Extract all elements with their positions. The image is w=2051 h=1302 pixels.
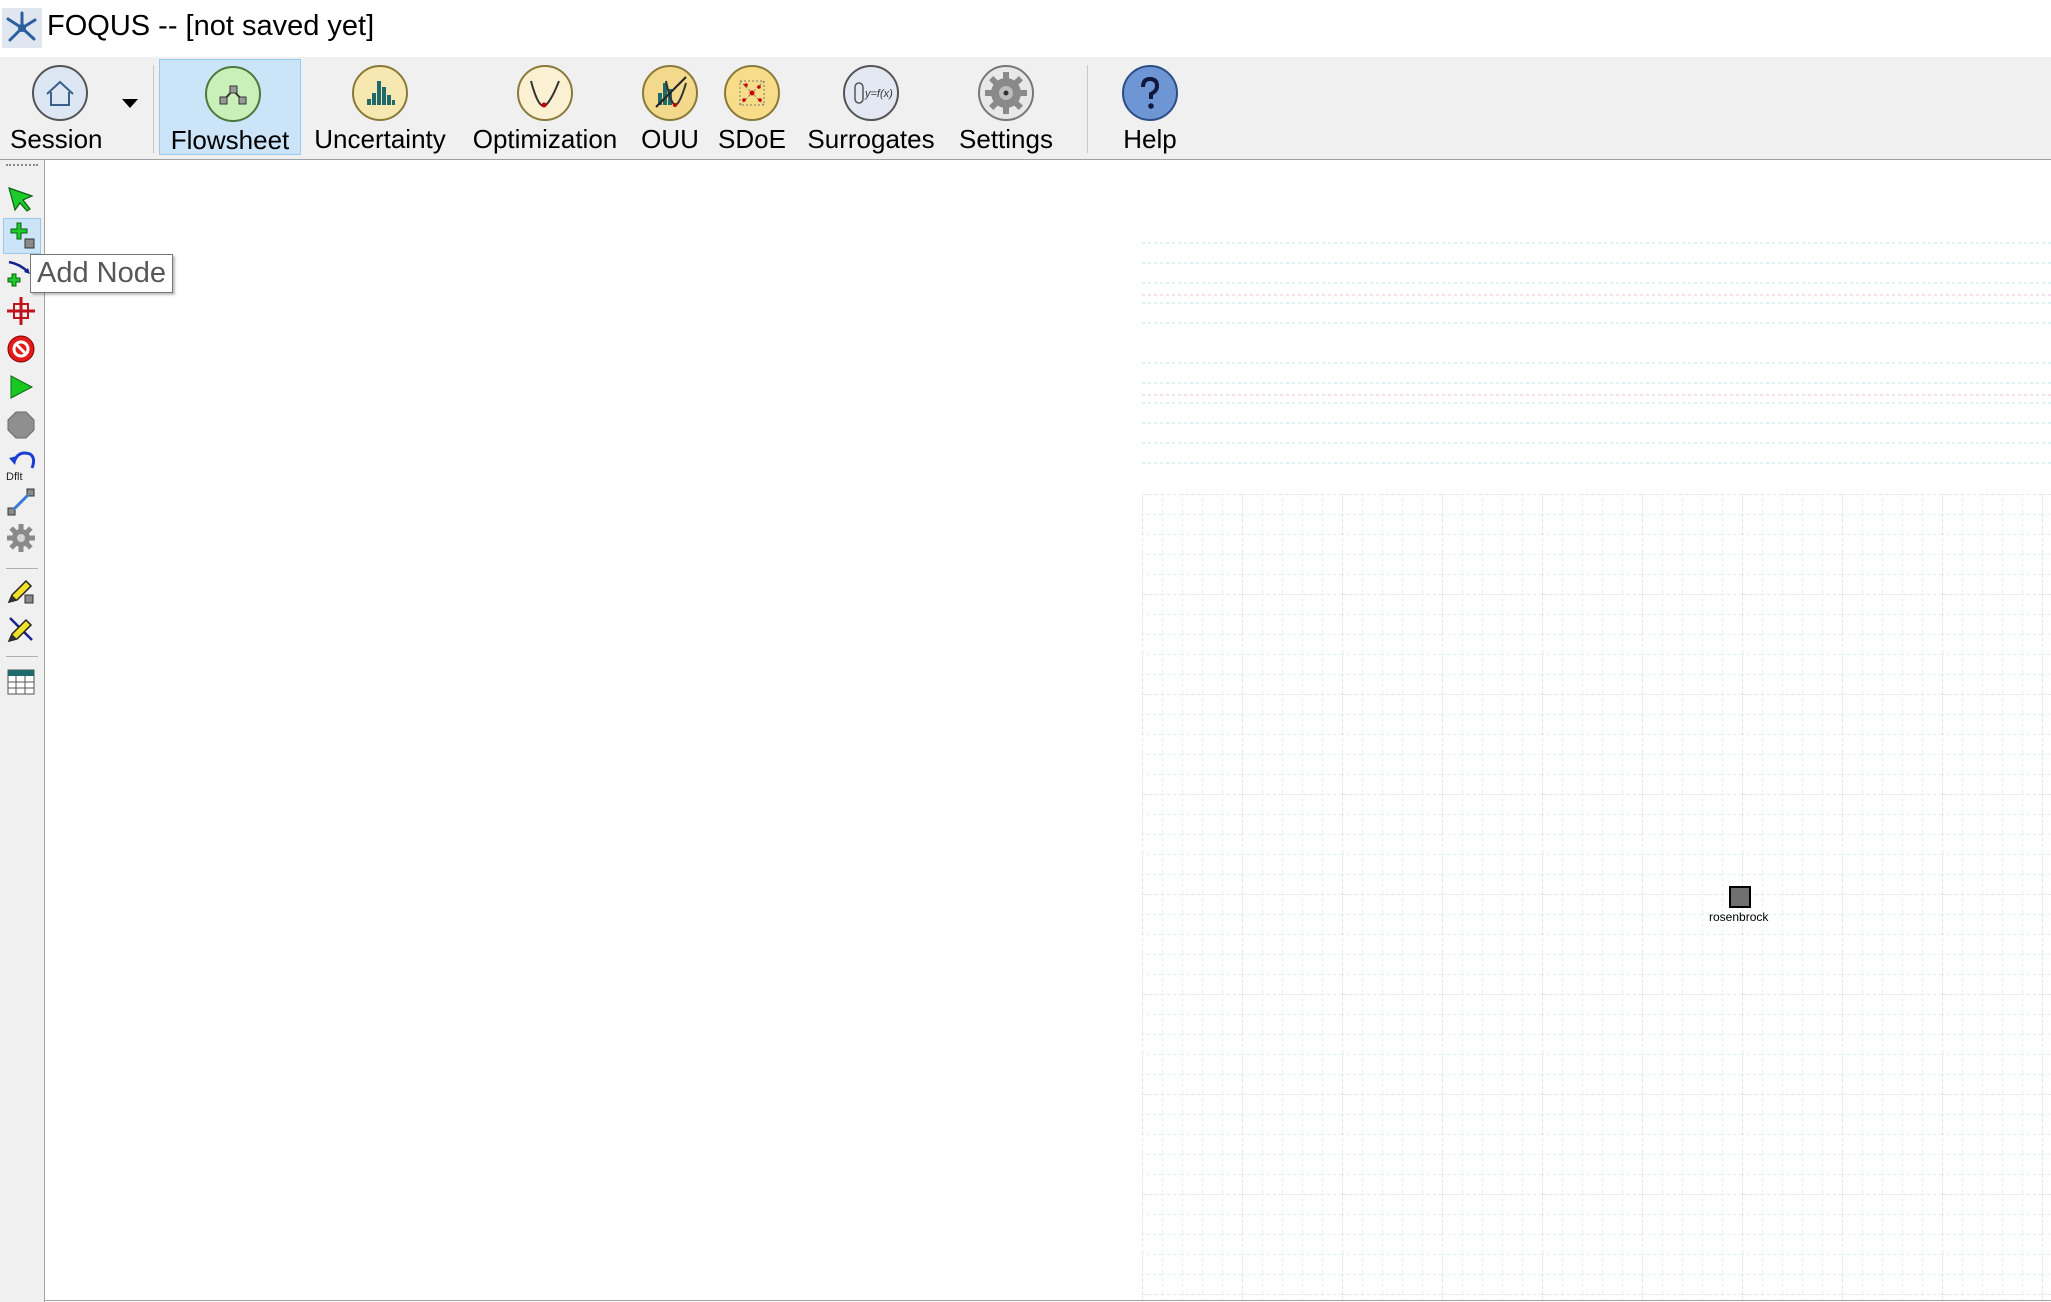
surrogates-button[interactable]: y=f(x) Surrogates [800,59,942,155]
tool-separator [6,656,38,657]
settings-tool[interactable] [3,521,41,557]
ouu-button[interactable]: OUU [636,59,704,155]
center-tool[interactable] [3,294,41,330]
svg-text:y=f(x): y=f(x) [864,88,893,100]
main-toolbar: Session Flowsheet Uncertainty Optimizati… [0,57,2051,160]
ouu-icon [642,65,698,121]
crosshair-icon [7,297,35,325]
toolbar-grip[interactable] [6,164,38,168]
svg-text:Dflt: Dflt [6,471,23,482]
node-label: rosenbrock [1709,910,1769,924]
help-icon [1122,65,1178,121]
select-tool[interactable] [3,182,41,218]
sdoe-label: SDoE [718,124,786,154]
sdoe-button[interactable]: SDoE [712,59,792,155]
pencil-x-icon [7,617,33,643]
gear-icon [7,524,35,552]
edit-node-tool[interactable] [3,574,41,610]
flowsheet-label: Flowsheet [170,125,290,155]
flowsheet-node[interactable] [1729,886,1751,908]
flowsheet-tools: Dflt [0,160,45,1302]
help-label: Help [1123,124,1177,154]
home-icon [32,65,88,121]
stop-tool[interactable] [3,408,41,444]
flowsheet-grid [1142,242,2051,1302]
add-node-tool[interactable] [3,218,41,254]
connect-tool[interactable] [3,485,41,521]
session-dropdown-arrow[interactable] [122,99,138,108]
no-sign-icon [7,335,35,363]
window-title: FOQUS -- [not saved yet] [47,10,375,42]
surrogates-icon: y=f(x) [843,65,899,121]
optimization-label: Optimization [472,124,618,154]
optimization-curve-icon [517,65,573,121]
flowsheet-canvas[interactable]: rosenbrock [45,160,2051,1302]
tool-separator [6,568,38,569]
toolbar-separator [153,65,154,153]
reset-defaults-tool[interactable]: Dflt [3,446,41,482]
connect-icon [7,488,35,516]
table-icon [7,669,35,695]
play-icon [10,375,34,399]
delete-tool[interactable] [3,332,41,368]
settings-button[interactable]: Settings [950,59,1062,155]
tooltip: Add Node [30,254,173,293]
run-tool[interactable] [3,370,41,406]
pencil-icon [7,579,34,604]
toolbar-separator [1087,65,1088,153]
uncertainty-label: Uncertainty [314,124,446,154]
settings-label: Settings [959,124,1053,154]
ouu-label: OUU [641,124,699,154]
edit-edge-tool[interactable] [3,612,41,648]
flowsheet-button[interactable]: Flowsheet [159,59,301,155]
help-button[interactable]: Help [1110,59,1190,155]
add-node-icon [10,222,35,249]
histogram-icon [352,65,408,121]
uncertainty-button[interactable]: Uncertainty [307,59,453,155]
surrogates-label: Surrogates [807,124,935,154]
table-tool[interactable] [3,665,41,701]
title-bar: FOQUS -- [not saved yet] [0,0,2051,57]
session-label: Session [10,124,103,154]
sdoe-icon [724,65,780,121]
optimization-button[interactable]: Optimization [461,59,629,155]
stop-icon [7,411,35,439]
grid-lower-block [1142,494,2051,1302]
grid-upper-band [1142,242,2051,464]
foqus-logo-icon [2,8,42,48]
undo-default-icon: Dflt [6,451,36,482]
flowsheet-icon [205,66,261,122]
gear-icon [978,65,1034,121]
canvas-bottom-border [45,1300,2051,1301]
select-arrow-icon [8,187,34,212]
session-button[interactable]: Session [4,59,114,155]
